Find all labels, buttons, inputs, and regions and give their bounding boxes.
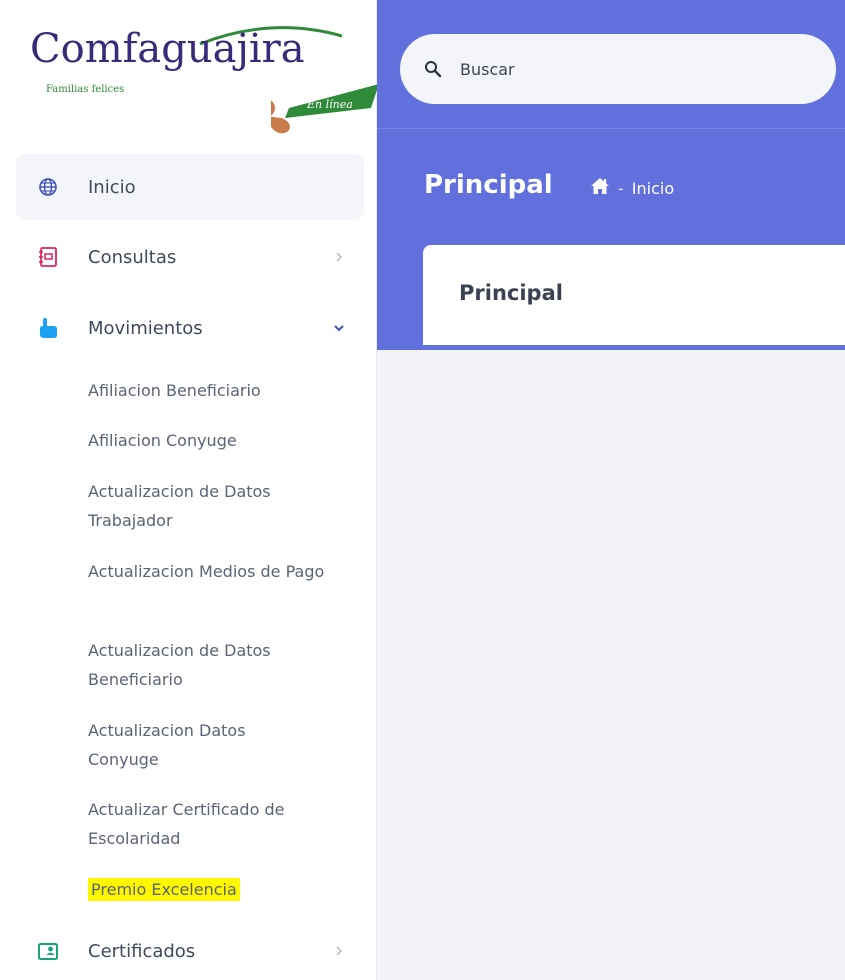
brand-name: Comfaguajira bbox=[30, 26, 305, 72]
brand-logo[interactable]: Comfaguajira Familias felices En línea bbox=[26, 16, 379, 144]
sidebar-item-label: Inicio bbox=[88, 176, 136, 198]
breadcrumb: - Inicio bbox=[590, 176, 674, 200]
brand-tagline: Familias felices bbox=[46, 84, 125, 95]
page-title: Principal bbox=[424, 170, 553, 200]
home-icon[interactable] bbox=[590, 177, 610, 199]
svg-text:En línea: En línea bbox=[306, 98, 353, 111]
submenu-item-actualizacion-datos-beneficiario[interactable]: Actualizacion de Datos Beneficiario bbox=[88, 636, 318, 694]
sidebar-item-label: Consultas bbox=[88, 246, 177, 268]
search-bar[interactable] bbox=[400, 34, 836, 104]
submenu-item-actualizacion-medios-pago[interactable]: Actualizacion Medios de Pago bbox=[88, 557, 328, 586]
chevron-down-icon bbox=[332, 321, 346, 335]
logo-hand-badge-icon: En línea bbox=[271, 84, 379, 134]
sidebar-item-consultas[interactable]: Consultas bbox=[16, 224, 364, 290]
submenu-item-premio-excelencia[interactable]: Premio Excelencia bbox=[88, 875, 358, 904]
breadcrumb-separator: - bbox=[618, 178, 624, 198]
submenu-item-actualizacion-datos-conyuge[interactable]: Actualizacion Datos Conyuge bbox=[88, 716, 288, 774]
sidebar-item-movimientos[interactable]: Movimientos bbox=[16, 295, 364, 361]
card-title: Principal bbox=[459, 281, 563, 305]
search-icon bbox=[425, 61, 442, 78]
chevron-right-icon bbox=[332, 944, 346, 958]
id-card-icon bbox=[36, 939, 60, 963]
hand-pointer-icon bbox=[36, 316, 60, 340]
globe-icon bbox=[36, 175, 60, 199]
submenu-item-afiliacion-beneficiario[interactable]: Afiliacion Beneficiario bbox=[88, 376, 358, 405]
sidebar-item-inicio[interactable]: Inicio bbox=[16, 154, 364, 220]
submenu-item-actualizacion-datos-trabajador[interactable]: Actualizacion de Datos Trabajador bbox=[88, 477, 318, 535]
chevron-right-icon bbox=[332, 250, 346, 264]
notebook-icon bbox=[36, 245, 60, 269]
search-input[interactable] bbox=[460, 54, 820, 84]
breadcrumb-current: Inicio bbox=[631, 178, 675, 198]
sidebar-item-certificados[interactable]: Certificados bbox=[16, 918, 364, 980]
sidebar-item-label: Certificados bbox=[88, 940, 196, 962]
header-divider bbox=[377, 128, 845, 129]
sidebar-item-label: Movimientos bbox=[88, 317, 203, 339]
submenu-item-afiliacion-conyuge[interactable]: Afiliacion Conyuge bbox=[88, 426, 358, 455]
submenu-item-label: Premio Excelencia bbox=[88, 878, 240, 901]
submenu-item-actualizar-certificado-escolaridad[interactable]: Actualizar Certificado de Escolaridad bbox=[88, 795, 328, 853]
sidebar: Comfaguajira Familias felices En línea I… bbox=[0, 0, 379, 980]
principal-card: Principal bbox=[423, 245, 845, 345]
